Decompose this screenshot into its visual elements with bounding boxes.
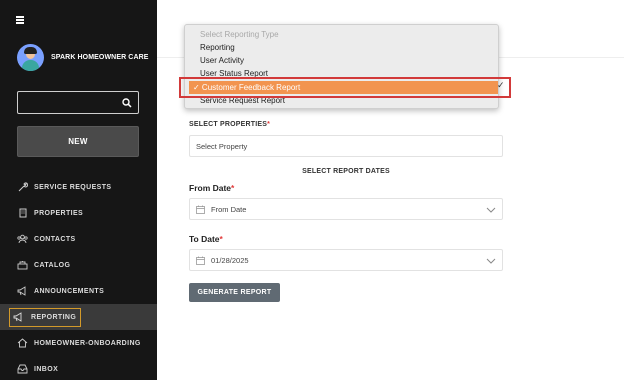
brand-name: SPARK HOMEOWNER CARE [51,54,149,61]
sidebar-item-label: REPORTING [31,313,77,321]
active-item-highlight: REPORTING [9,307,82,327]
property-select-placeholder: Select Property [196,141,248,151]
calendar-icon [196,205,205,214]
brand: SPARK HOMEOWNER CARE [17,44,149,71]
required-mark: * [231,183,235,193]
chevron-down-icon [486,258,496,264]
sidebar-item-service-requests[interactable]: SERVICE REQUESTS [0,174,157,200]
sidebar-item-label: PROPERTIES [34,209,84,217]
catalog-icon [17,260,28,271]
selection-highlight-box [179,77,511,98]
sidebar-item-contacts[interactable]: CONTACTS [0,226,157,252]
sidebar-item-label: ANNOUNCEMENTS [34,287,105,295]
sidebar-nav: SERVICE REQUESTS PROPERTIES CONTACTS CAT… [0,174,157,380]
report-dates-title: SELECT REPORT DATES [302,168,390,175]
sidebar-item-homeowner-onboarding[interactable]: HOMEOWNER-ONBOARDING [0,330,157,356]
new-button[interactable]: NEW [17,126,139,157]
sidebar-item-reporting[interactable]: REPORTING [0,304,157,330]
dropdown-option-reporting[interactable]: Reporting [200,41,235,54]
hamburger-menu-icon[interactable] [16,16,24,24]
calendar-icon [196,256,205,265]
sidebar: SPARK HOMEOWNER CARE NEW SERVICE REQUEST… [0,0,157,380]
sidebar-item-properties[interactable]: PROPERTIES [0,200,157,226]
building-icon [17,208,28,219]
from-date-picker[interactable]: From Date [189,198,503,220]
search-box [17,91,139,114]
people-icon [17,234,28,245]
sidebar-item-label: HOMEOWNER-ONBOARDING [34,339,141,347]
search-icon[interactable] [122,98,132,108]
chevron-down-icon [486,207,496,213]
megaphone-icon [13,312,24,323]
inbox-icon [17,364,28,375]
to-date-picker[interactable]: 01/28/2025 [189,249,503,271]
property-select[interactable]: Select Property [189,135,503,157]
generate-report-button[interactable]: GENERATE REPORT [189,283,280,302]
sidebar-item-label: CATALOG [34,261,71,269]
from-date-value: From Date [211,204,247,214]
avatar [17,44,44,71]
sidebar-item-catalog[interactable]: CATALOG [0,252,157,278]
from-date-label: From Date* [189,183,235,193]
checkmark-icon: ✓ [497,80,505,90]
search-input[interactable] [18,92,118,113]
megaphone-icon [17,286,28,297]
sidebar-item-inbox[interactable]: INBOX [0,356,157,380]
sidebar-item-label: INBOX [34,365,59,373]
select-properties-label: SELECT PROPERTIES* [189,121,271,128]
sidebar-item-label: CONTACTS [34,235,76,243]
sidebar-item-announcements[interactable]: ANNOUNCEMENTS [0,278,157,304]
to-date-label: To Date* [189,234,223,244]
home-icon [17,338,28,349]
to-date-value: 01/28/2025 [211,255,249,265]
required-mark: * [219,234,223,244]
wrench-icon [17,182,28,193]
dropdown-placeholder: Select Reporting Type [200,30,279,39]
required-mark: * [267,121,271,128]
sidebar-item-label: SERVICE REQUESTS [34,183,112,191]
dropdown-option-user-activity[interactable]: User Activity [200,54,244,67]
